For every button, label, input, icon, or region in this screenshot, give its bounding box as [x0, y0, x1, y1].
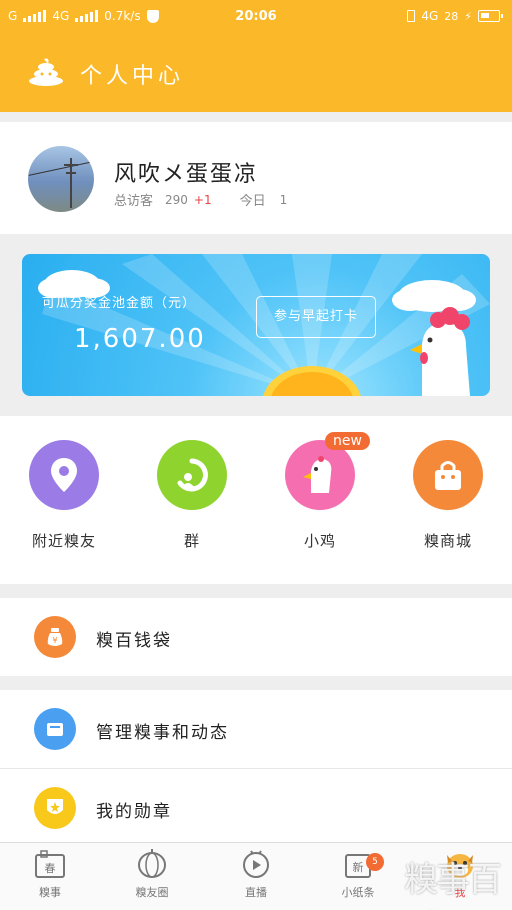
- nav-tab-live[interactable]: 直播: [216, 849, 296, 900]
- inbox-icon: [34, 708, 76, 750]
- play-robot-icon: [243, 850, 269, 878]
- pool-label: 可瓜分奖金池金额（元）: [42, 296, 197, 311]
- list-item-label: 糗百钱袋: [96, 631, 172, 651]
- early-checkin-banner[interactable]: 可瓜分奖金池金额（元） 1,607.00 参与早起打卡: [22, 254, 490, 396]
- nav-label: 小纸条: [341, 886, 375, 899]
- new-badge: new: [325, 432, 370, 450]
- quick-link-label: 小鸡: [303, 532, 336, 550]
- poop-logo-icon: [29, 58, 63, 86]
- svg-text:新: 新: [353, 860, 364, 874]
- chick-icon: new: [285, 432, 370, 510]
- list-item-label: 管理糗事和动态: [96, 723, 229, 743]
- today-label: 今日: [239, 194, 266, 209]
- visitors-delta: +1: [193, 192, 212, 207]
- money-bag-icon: ¥: [34, 616, 76, 658]
- shopping-bag-icon: [413, 440, 483, 510]
- banner-section: 可瓜分奖金池金额（元） 1,607.00 参与早起打卡: [0, 246, 512, 412]
- visitors-label: 总访客: [114, 194, 154, 209]
- nav-label: 糗事: [39, 886, 61, 899]
- visitor-stats: 总访客 290 +1 今日 1: [114, 190, 288, 210]
- user-nickname: 风吹メ蛋蛋凉: [114, 162, 259, 187]
- nav-tab-messages[interactable]: 新 5 小纸条: [318, 849, 398, 900]
- svg-text:春: 春: [45, 862, 56, 875]
- page-title: 个人中心: [80, 64, 185, 89]
- nav-tab-qiushi[interactable]: 春 糗事: [10, 849, 90, 900]
- location-pin-icon: [29, 440, 99, 510]
- quick-links: 附近糗友 群 new 小鸡 糗商城: [0, 416, 512, 584]
- quick-link-nearby[interactable]: 附近糗友: [14, 440, 114, 551]
- avatar[interactable]: [28, 146, 94, 212]
- profile-card[interactable]: 风吹メ蛋蛋凉 总访客 290 +1 今日 1: [0, 122, 512, 234]
- visitors-count: 290: [165, 192, 188, 207]
- today-count: 1: [279, 192, 288, 207]
- quick-link-label: 糗商城: [423, 532, 472, 550]
- badge-icon: [34, 787, 76, 829]
- charging-icon: ⚡: [464, 9, 472, 23]
- spring-couplet-icon: 春: [35, 850, 65, 878]
- group-icon: [157, 440, 227, 510]
- battery-level-label: 28: [444, 9, 459, 23]
- nav-label: 糗友圈: [135, 886, 169, 899]
- quick-link-label: 群: [183, 532, 200, 550]
- pool-amount: 1,607.00: [74, 324, 206, 354]
- sim-icon: [407, 10, 416, 22]
- watermark: 糗事百科: [404, 860, 502, 910]
- list-item-label: 我的勋章: [96, 802, 172, 822]
- join-checkin-button[interactable]: 参与早起打卡: [256, 296, 376, 338]
- top-bar: G 4G 0.7k/s 20:06 4G 28 ⚡ 个人中心: [0, 0, 512, 112]
- nav-label: 直播: [245, 886, 267, 899]
- quick-link-chick[interactable]: new 小鸡: [270, 432, 370, 551]
- list-item-wallet[interactable]: ¥ 糗百钱袋: [0, 598, 512, 676]
- lantern-icon: [138, 849, 166, 878]
- list-item-medal[interactable]: 我的勋章: [0, 769, 512, 842]
- status-bar: G 4G 0.7k/s 20:06 4G 28 ⚡: [0, 0, 512, 34]
- quick-link-label: 附近糗友: [31, 532, 96, 550]
- list-item-manage[interactable]: 管理糗事和动态: [0, 690, 512, 768]
- quick-link-group[interactable]: 群: [142, 440, 242, 551]
- message-count-badge: 5: [366, 853, 384, 871]
- quick-link-mall[interactable]: 糗商城: [398, 440, 498, 551]
- battery-icon: [478, 10, 503, 22]
- svg-text:¥: ¥: [52, 636, 57, 645]
- network-right-label: 4G: [421, 9, 439, 23]
- nav-tab-friends[interactable]: 糗友圈: [112, 849, 192, 900]
